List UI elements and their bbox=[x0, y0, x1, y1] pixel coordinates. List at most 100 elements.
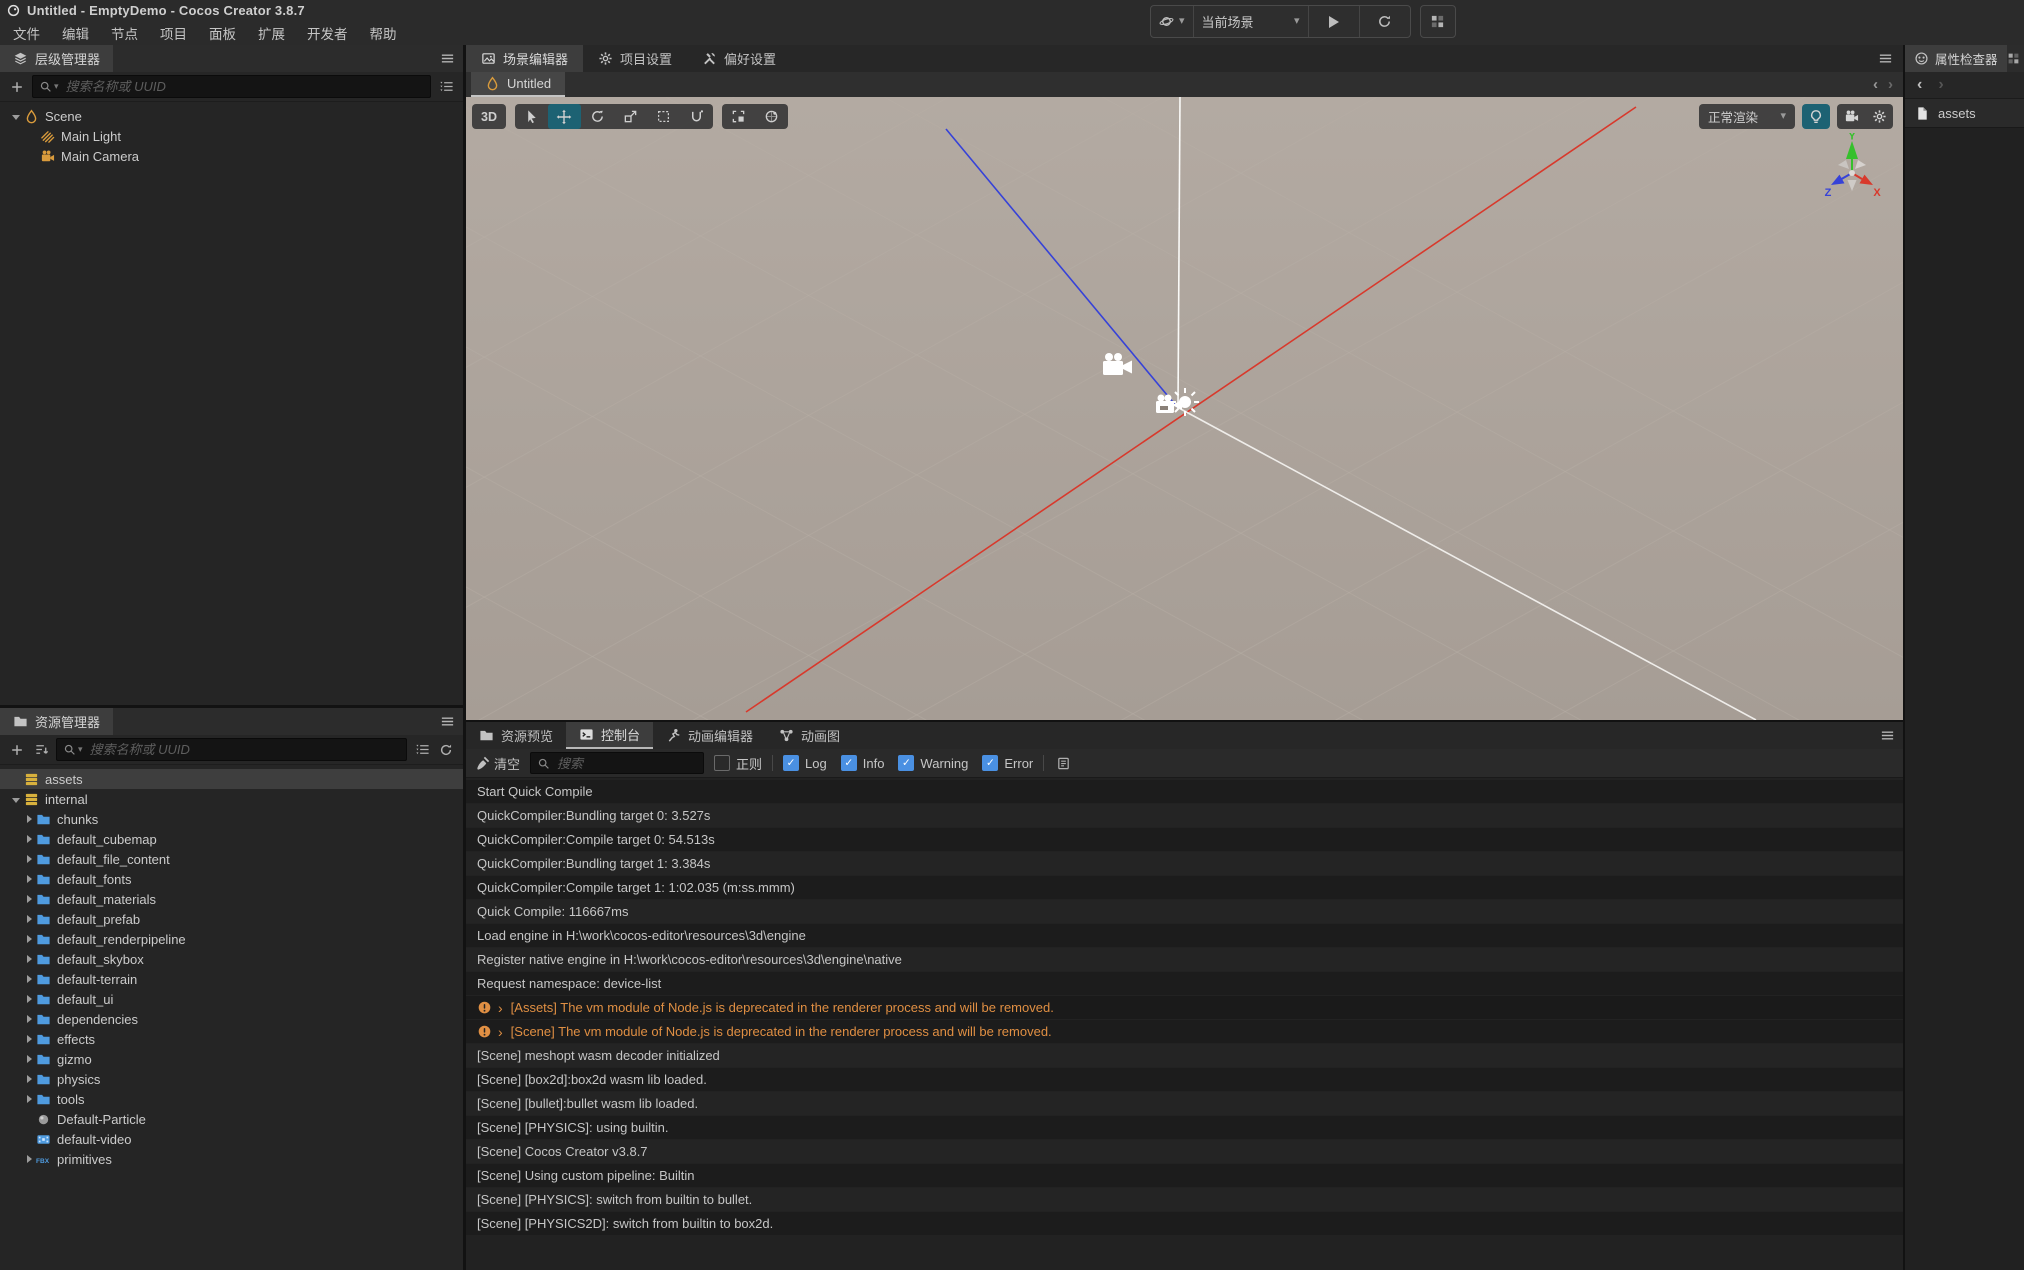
expand-chevron-icon[interactable] bbox=[24, 126, 39, 146]
viewport-settings-button[interactable] bbox=[1865, 104, 1893, 129]
layout-button[interactable] bbox=[1419, 5, 1456, 38]
expand-chevron-icon[interactable] bbox=[20, 929, 35, 949]
asset-row[interactable]: tools bbox=[0, 1089, 463, 1109]
console-log-row[interactable]: › Register native engine in H:\work\coco… bbox=[466, 948, 1903, 971]
console-log-row[interactable]: › [Scene] The vm module of Node.js is de… bbox=[466, 1020, 1903, 1043]
play-button[interactable] bbox=[1307, 6, 1359, 37]
tab-inspector[interactable]: 属性检查器 bbox=[1905, 45, 2007, 72]
asset-row[interactable]: default_file_content bbox=[0, 849, 463, 869]
expand-chevron-icon[interactable] bbox=[20, 1009, 35, 1029]
hierarchy-search-input[interactable] bbox=[63, 78, 424, 95]
asset-row[interactable]: dependencies bbox=[0, 1009, 463, 1029]
console-log-row[interactable]: › [Scene] [bullet]:bullet wasm lib loade… bbox=[466, 1092, 1903, 1115]
hierarchy-menu-button[interactable] bbox=[440, 45, 455, 72]
gizmo-z-label[interactable]: Z bbox=[1825, 187, 1832, 199]
asset-row[interactable]: default-video bbox=[0, 1129, 463, 1149]
bottom-tab[interactable]: 资源预览 bbox=[466, 722, 566, 749]
bottom-tab[interactable]: 动画图 bbox=[766, 722, 853, 749]
expand-chevron-icon[interactable] bbox=[20, 1029, 35, 1049]
orientation-gizmo[interactable]: Y X Z bbox=[1818, 133, 1888, 215]
log-filter-checkbox[interactable]: ✓ Warning bbox=[898, 755, 968, 771]
camera-gizmo-icon[interactable] bbox=[1101, 352, 1135, 379]
menu-item[interactable]: 编辑 bbox=[51, 23, 100, 43]
scene-viewport[interactable]: 3D 正常渲染 ▾ Y X Z bbox=[466, 97, 1903, 720]
log-filter-checkbox[interactable]: ✓ Info bbox=[840, 755, 884, 771]
console-log-file-button[interactable] bbox=[1054, 754, 1072, 772]
console-log-row[interactable]: › [Scene] [PHYSICS]: using builtin. bbox=[466, 1116, 1903, 1139]
log-filter-checkbox[interactable]: ✓ Error bbox=[982, 755, 1033, 771]
space-toggle-button[interactable] bbox=[755, 104, 788, 129]
tab-untitled-scene[interactable]: Untitled bbox=[471, 72, 566, 97]
scene-light-toggle-button[interactable] bbox=[1802, 104, 1830, 129]
console-log-row[interactable]: › Quick Compile: 116667ms bbox=[466, 900, 1903, 923]
viewport-camera-button[interactable] bbox=[1837, 104, 1865, 129]
console-log-row[interactable]: › [Scene] [box2d]:box2d wasm lib loaded. bbox=[466, 1068, 1903, 1091]
reload-button[interactable] bbox=[1358, 6, 1410, 37]
expand-chevron-icon[interactable] bbox=[20, 849, 35, 869]
expand-chevron-icon[interactable] bbox=[8, 789, 23, 809]
menu-item[interactable]: 节点 bbox=[100, 23, 149, 43]
menu-item[interactable]: 项目 bbox=[149, 23, 198, 43]
tab-assets[interactable]: 资源管理器 bbox=[0, 708, 114, 735]
console-log-row[interactable]: › [Scene] [PHYSICS2D]: switch from built… bbox=[466, 1212, 1903, 1235]
console-log-row[interactable]: › QuickCompiler:Compile target 0: 54.513… bbox=[466, 828, 1903, 851]
editor-tab[interactable]: 项目设置 bbox=[583, 45, 687, 72]
render-mode-dropdown[interactable]: 正常渲染 ▾ bbox=[1699, 104, 1795, 129]
console-log-row[interactable]: › [Scene] Using custom pipeline: Builtin bbox=[466, 1164, 1903, 1187]
console-log-row[interactable]: › QuickCompiler:Bundling target 0: 3.527… bbox=[466, 804, 1903, 827]
menu-item[interactable]: 帮助 bbox=[359, 23, 408, 43]
move-tool-button[interactable] bbox=[547, 104, 581, 129]
expand-chevron-icon[interactable] bbox=[20, 909, 35, 929]
console-log-row[interactable]: › Start Quick Compile bbox=[466, 780, 1903, 803]
regex-checkbox[interactable]: ✓ 正则 bbox=[714, 754, 762, 773]
hierarchy-node-row[interactable]: Main Light bbox=[0, 126, 463, 146]
editor-tab[interactable]: 偏好设置 bbox=[687, 45, 791, 72]
asset-row[interactable]: Default-Particle bbox=[0, 1109, 463, 1129]
assets-list-options-button[interactable] bbox=[413, 741, 431, 759]
bottom-tab[interactable]: 控制台 bbox=[566, 722, 654, 749]
search-filter-chevron-icon[interactable]: ▾ bbox=[54, 81, 59, 92]
console-log-row[interactable]: › Request namespace: device-list bbox=[466, 972, 1903, 995]
console-log-row[interactable]: › QuickCompiler:Bundling target 1: 3.384… bbox=[466, 852, 1903, 875]
assets-sort-button[interactable] bbox=[32, 741, 50, 759]
expand-chevron-icon[interactable] bbox=[20, 1069, 35, 1089]
dimension-toggle-button[interactable]: 3D bbox=[472, 104, 506, 129]
console-log-row[interactable]: › [Scene] [PHYSICS]: switch from builtin… bbox=[466, 1188, 1903, 1211]
asset-row[interactable]: gizmo bbox=[0, 1049, 463, 1069]
asset-row[interactable]: default-terrain bbox=[0, 969, 463, 989]
expand-chevron-icon[interactable] bbox=[20, 809, 35, 829]
expand-chevron-icon[interactable] bbox=[20, 1049, 35, 1069]
console-menu-button[interactable] bbox=[1880, 722, 1895, 749]
menu-item[interactable]: 扩展 bbox=[247, 23, 296, 43]
gizmo-tool-button[interactable] bbox=[680, 104, 713, 129]
inspector-dock-button[interactable] bbox=[2007, 45, 2020, 72]
expand-chevron-icon[interactable] bbox=[20, 1149, 35, 1169]
asset-row[interactable]: default_renderpipeline bbox=[0, 929, 463, 949]
inspector-back-button[interactable]: ‹ bbox=[1917, 76, 1922, 94]
preview-target-button[interactable]: ▾ bbox=[1151, 6, 1193, 37]
log-expand-chevron[interactable]: › bbox=[498, 1001, 503, 1015]
assets-menu-button[interactable] bbox=[440, 708, 455, 735]
scene-editor-menu-button[interactable] bbox=[1878, 45, 1893, 72]
asset-row[interactable]: primitives bbox=[0, 1149, 463, 1169]
gizmo-x-label[interactable]: X bbox=[1873, 187, 1881, 199]
menu-item[interactable]: 开发者 bbox=[296, 23, 359, 43]
asset-row[interactable]: assets bbox=[0, 769, 463, 789]
asset-row[interactable]: default_skybox bbox=[0, 949, 463, 969]
asset-row[interactable]: default_prefab bbox=[0, 909, 463, 929]
pivot-toggle-button[interactable] bbox=[722, 104, 755, 129]
light-and-camera-gizmo-icon[interactable] bbox=[1152, 385, 1204, 427]
create-node-button[interactable] bbox=[8, 78, 26, 96]
asset-row[interactable]: default_cubemap bbox=[0, 829, 463, 849]
next-tab-button[interactable]: › bbox=[1888, 76, 1893, 93]
asset-row[interactable]: internal bbox=[0, 789, 463, 809]
assets-refresh-button[interactable] bbox=[437, 741, 455, 759]
scene-selector-dropdown[interactable]: 当前场景 ▾ bbox=[1192, 6, 1308, 37]
menu-item[interactable]: 文件 bbox=[2, 23, 51, 43]
hierarchy-node-row[interactable]: Main Camera bbox=[0, 146, 463, 166]
editor-tab[interactable]: 场景编辑器 bbox=[466, 45, 584, 72]
gizmo-y-label[interactable]: Y bbox=[1848, 133, 1856, 143]
assets-search-input[interactable] bbox=[87, 741, 400, 758]
rotate-tool-button[interactable] bbox=[581, 104, 614, 129]
expand-chevron-icon[interactable] bbox=[20, 869, 35, 889]
